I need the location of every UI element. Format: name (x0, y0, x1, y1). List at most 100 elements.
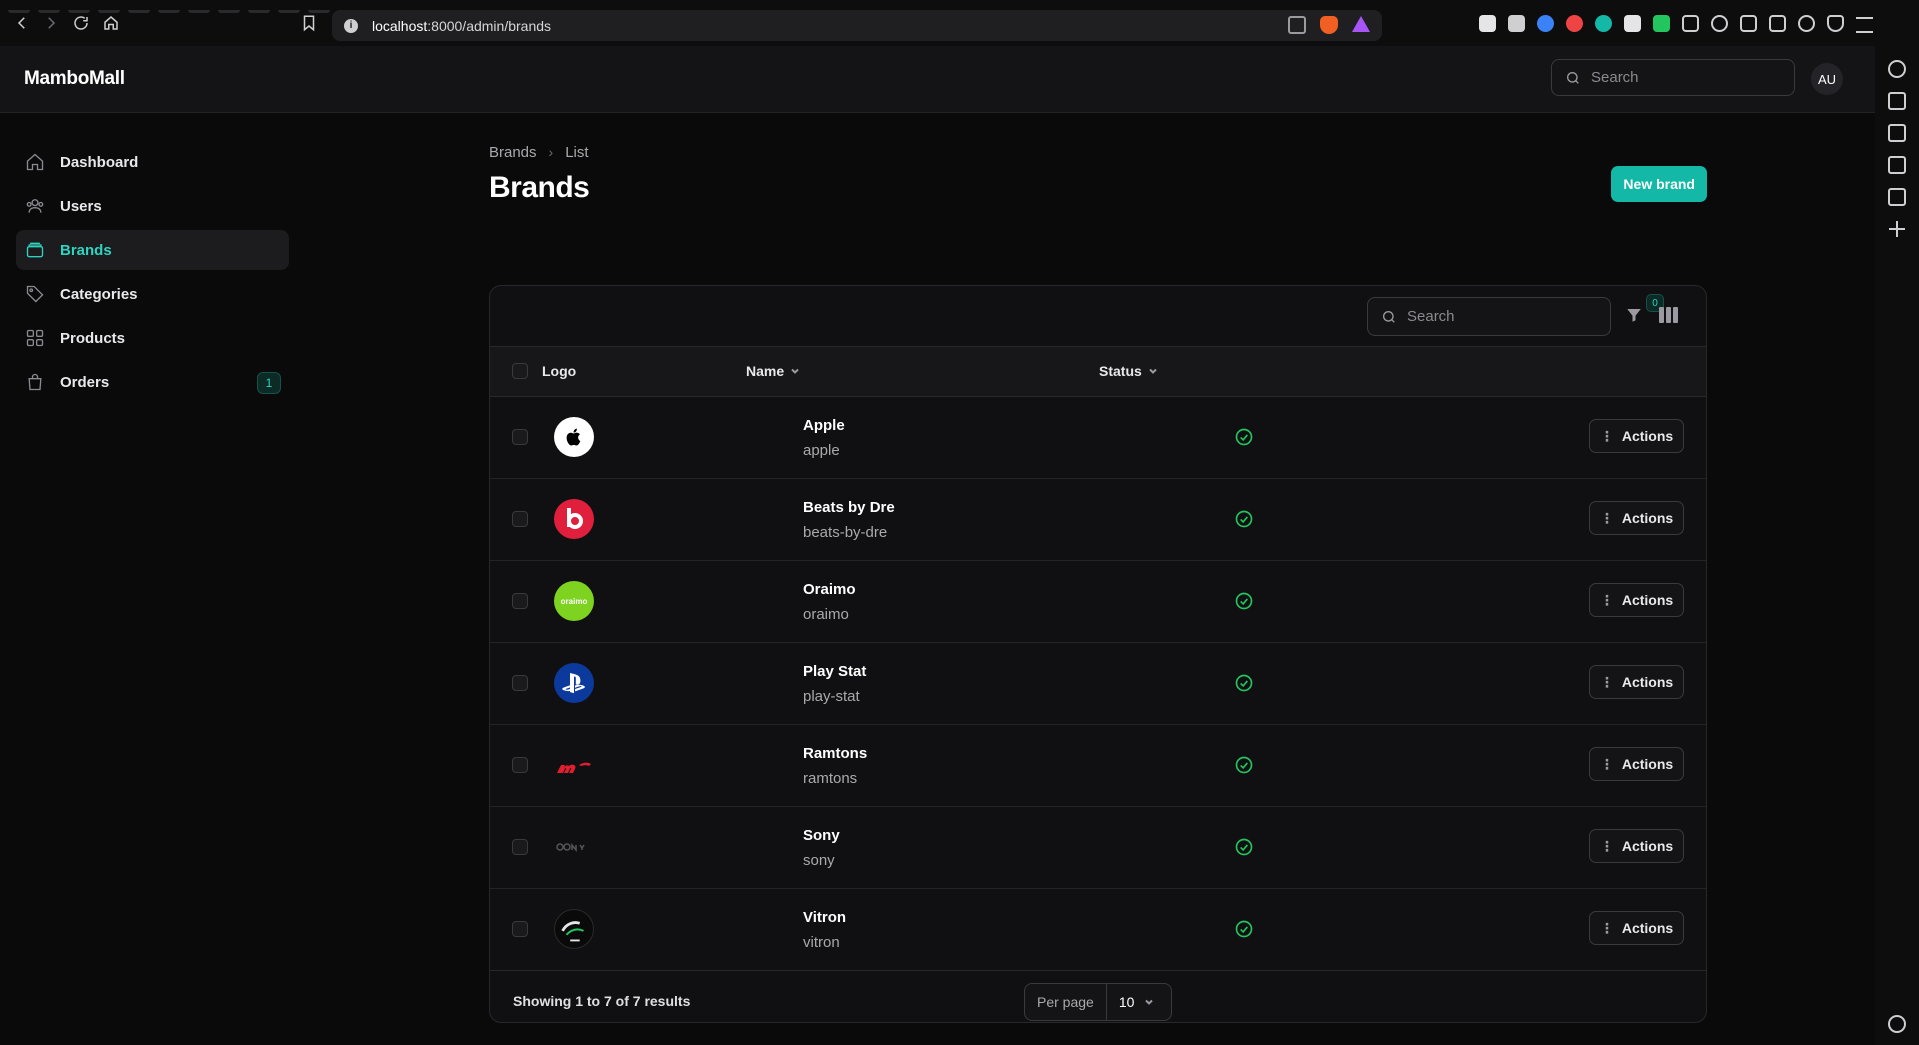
settings-gear-icon[interactable] (1888, 1015, 1906, 1033)
back-icon[interactable] (11, 12, 33, 34)
oraimo-logo-icon: oraimo (554, 581, 594, 621)
column-header-name[interactable]: Name (746, 363, 800, 379)
user-avatar[interactable]: AU (1811, 63, 1843, 95)
table-row[interactable]: Apple apple ⋮ Actions (490, 397, 1706, 479)
columns-toggle-icon[interactable] (1659, 307, 1679, 325)
playstation-logo-icon (554, 663, 594, 703)
sidebar-item-label: Dashboard (60, 153, 139, 171)
brand-name: Oraimo (803, 581, 856, 598)
brave-rewards-icon[interactable] (1352, 16, 1370, 32)
app-root: MamboMall Search AU Dashboard Users Bran… (0, 46, 1875, 1045)
row-actions-button[interactable]: ⋮ Actions (1589, 501, 1684, 535)
more-vertical-icon: ⋮ (1599, 919, 1614, 936)
vpn-icon[interactable] (1827, 15, 1844, 32)
address-bar[interactable]: i localhost:8000/admin/brands (332, 10, 1382, 41)
brave-shield-icon[interactable] (1320, 16, 1338, 34)
more-vertical-icon: ⋮ (1599, 755, 1614, 772)
extension-icon[interactable] (1566, 15, 1583, 32)
chevron-down-icon (1145, 999, 1154, 1005)
table-row[interactable]: Play Stat play-stat ⋮ Actions (490, 643, 1706, 725)
row-checkbox[interactable] (512, 757, 528, 773)
row-checkbox[interactable] (512, 675, 528, 691)
sidebar-item-label: Users (60, 197, 102, 215)
home-icon[interactable] (100, 12, 122, 34)
check-circle-icon (1234, 591, 1254, 611)
main-content: Brands › List Brands New brand Search 0 … (489, 142, 1707, 1023)
menu-icon[interactable] (1856, 17, 1873, 33)
more-vertical-icon: ⋮ (1599, 509, 1614, 526)
wallet-icon[interactable] (1769, 15, 1786, 32)
filter-icon[interactable] (1625, 306, 1645, 326)
row-checkbox[interactable] (512, 511, 528, 527)
row-actions-button[interactable]: ⋮ Actions (1589, 419, 1684, 453)
browser-sidebar (1874, 46, 1919, 1045)
row-actions-button[interactable]: ⋮ Actions (1589, 747, 1684, 781)
select-all-checkbox[interactable] (512, 363, 528, 379)
leo-ai-icon[interactable] (1798, 15, 1815, 32)
table-row[interactable]: Sony sony ⋮ Actions (490, 807, 1706, 889)
tab-strip (0, 0, 700, 13)
table-row[interactable]: oraimo Oraimo oraimo ⋮ Actions (490, 561, 1706, 643)
table-row[interactable]: Beats by Dre beats-by-dre ⋮ Actions (490, 479, 1706, 561)
table-search-input[interactable]: Search (1367, 297, 1611, 336)
table-row[interactable]: Vitron vitron ⋮ Actions (490, 889, 1706, 971)
puzzle-icon[interactable] (1682, 15, 1699, 32)
extension-icon[interactable] (1508, 15, 1525, 32)
sidebar-item-orders[interactable]: Orders 1 (16, 362, 289, 402)
check-circle-icon (1234, 755, 1254, 775)
browser-toolbar: i localhost:8000/admin/brands (0, 0, 1919, 47)
sidebar-item-dashboard[interactable]: Dashboard (16, 142, 289, 182)
row-checkbox[interactable] (512, 921, 528, 937)
wallet-icon[interactable] (1888, 124, 1906, 142)
bookmarks-icon[interactable] (1888, 156, 1906, 174)
wallet-icon (26, 242, 44, 258)
sidebar-item-categories[interactable]: Categories (16, 274, 289, 314)
breadcrumb-link-brands[interactable]: Brands (489, 144, 537, 161)
global-search-input[interactable]: Search (1551, 59, 1795, 96)
row-actions-button[interactable]: ⋮ Actions (1589, 583, 1684, 617)
bookmark-icon[interactable] (298, 12, 320, 34)
per-page-dropdown[interactable]: 10 (1107, 994, 1155, 1010)
extension-icon[interactable] (1479, 15, 1496, 32)
extension-icon[interactable] (1624, 15, 1641, 32)
column-header-logo: Logo (542, 363, 577, 379)
table-search-placeholder: Search (1407, 308, 1455, 325)
playlist-icon[interactable] (1888, 92, 1906, 110)
sidebar-item-brands[interactable]: Brands (16, 230, 289, 270)
extension-icon[interactable] (1537, 15, 1554, 32)
add-icon[interactable] (1888, 220, 1906, 238)
new-brand-button[interactable]: New brand (1611, 166, 1707, 202)
leo-icon[interactable] (1888, 60, 1906, 78)
page-title: Brands (489, 171, 590, 204)
brand-slug: play-stat (803, 688, 860, 705)
sidebar-item-users[interactable]: Users (16, 186, 289, 226)
reading-list-icon[interactable] (1888, 188, 1906, 206)
shopping-bag-icon (28, 373, 42, 391)
sidebar-toggle-icon[interactable] (1740, 15, 1757, 32)
row-actions-button[interactable]: ⋮ Actions (1589, 911, 1684, 945)
row-checkbox[interactable] (512, 593, 528, 609)
sidebar-item-label: Orders (60, 373, 110, 391)
row-actions-button[interactable]: ⋮ Actions (1589, 829, 1684, 863)
music-icon[interactable] (1711, 15, 1728, 32)
brand-slug: beats-by-dre (803, 524, 888, 541)
table-row[interactable]: Ramtons ramtons ⋮ Actions (490, 725, 1706, 807)
extension-icon[interactable] (1595, 15, 1612, 32)
brand-name: Ramtons (803, 745, 868, 762)
chevron-down-icon (1149, 368, 1157, 374)
per-page-select[interactable]: Per page 10 (1024, 983, 1172, 1021)
forward-icon[interactable] (40, 12, 62, 34)
app-logo-text[interactable]: MamboMall (24, 68, 125, 90)
reload-icon[interactable] (70, 12, 92, 34)
row-checkbox[interactable] (512, 839, 528, 855)
site-info-icon[interactable]: i (344, 18, 358, 33)
sidebar-item-products[interactable]: Products (16, 318, 289, 358)
extension-icon[interactable] (1653, 15, 1670, 32)
row-checkbox[interactable] (512, 429, 528, 445)
share-icon[interactable] (1288, 16, 1306, 34)
check-circle-icon (1234, 509, 1254, 529)
row-actions-button[interactable]: ⋮ Actions (1589, 665, 1684, 699)
column-header-status[interactable]: Status (1099, 363, 1158, 379)
breadcrumb-current: List (565, 143, 589, 161)
chevron-down-icon (791, 368, 799, 374)
